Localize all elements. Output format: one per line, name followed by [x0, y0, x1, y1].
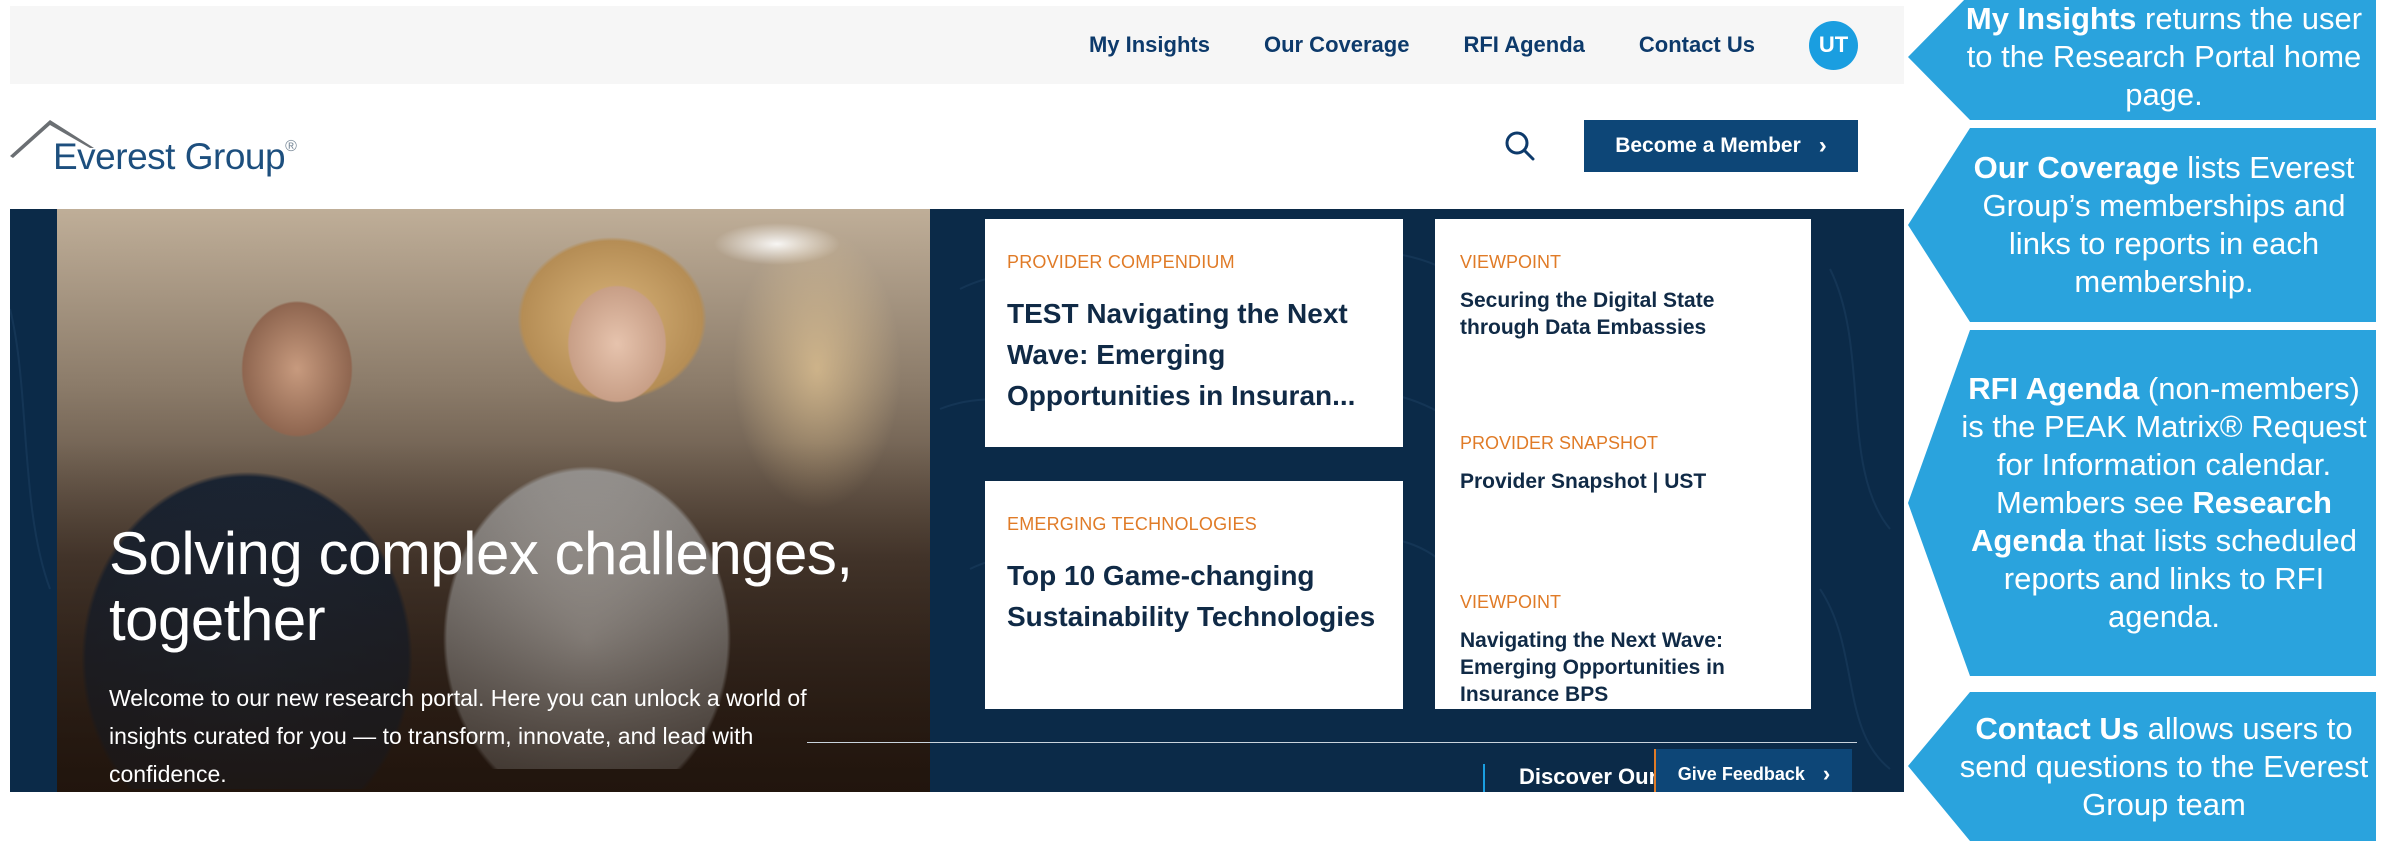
discover-link[interactable]: Discover Our — [1483, 764, 1657, 792]
logo-wordmark: Everest Group — [53, 136, 286, 177]
hero-body: Welcome to our new research portal. Here… — [109, 685, 807, 787]
become-member-label: Become a Member — [1615, 134, 1801, 157]
user-avatar[interactable]: UT — [1809, 20, 1858, 70]
insights-list-card: VIEWPOINT Securing the Digital State thr… — [1435, 219, 1811, 709]
search-icon[interactable] — [1503, 129, 1539, 165]
top-nav: My Insights Our Coverage RFI Agenda Cont… — [1089, 6, 1858, 84]
featured-card[interactable]: EMERGING TECHNOLOGIES Top 10 Game-changi… — [985, 481, 1403, 709]
callout-term: My Insights — [1965, 1, 2137, 36]
everest-group-logo[interactable]: Everest Group® — [10, 114, 297, 184]
insight-title: Navigating the Next Wave: Emerging Oppor… — [1460, 629, 1725, 706]
featured-card[interactable]: PROVIDER COMPENDIUM TEST Navigating the … — [985, 219, 1403, 447]
callout-term: Our Coverage — [1973, 150, 2179, 185]
card-category: PROVIDER COMPENDIUM — [1007, 252, 1235, 272]
nav-our-coverage[interactable]: Our Coverage — [1264, 32, 1410, 58]
callout-contact-us: Contact Us allows users to send question… — [1908, 692, 2376, 841]
insight-item[interactable]: VIEWPOINT Securing the Digital State thr… — [1460, 252, 1791, 341]
hero-divider — [807, 742, 1857, 743]
site-header: Everest Group® Become a Member › — [10, 84, 1904, 209]
insight-title: Securing the Digital State through Data … — [1460, 289, 1715, 339]
callout-term: RFI Agenda — [1968, 371, 2140, 406]
insight-item[interactable]: PROVIDER SNAPSHOT Provider Snapshot | US… — [1460, 433, 1791, 495]
callout-my-insights: My Insights returns the user to the Rese… — [1908, 0, 2376, 120]
give-feedback-button[interactable]: Give Feedback › — [1654, 749, 1852, 792]
nav-my-insights[interactable]: My Insights — [1089, 32, 1210, 58]
hero-section: Solving complex challenges, together Wel… — [10, 209, 1904, 792]
registered-mark: ® — [285, 138, 297, 155]
nav-rfi-agenda[interactable]: RFI Agenda — [1463, 32, 1584, 58]
research-portal: My Insights Our Coverage RFI Agenda Cont… — [10, 6, 1904, 792]
insight-category: VIEWPOINT — [1460, 592, 1562, 612]
callout-our-coverage: Our Coverage lists Everest Group’s membe… — [1908, 128, 2376, 322]
nav-contact-us[interactable]: Contact Us — [1639, 32, 1755, 58]
card-category: EMERGING TECHNOLOGIES — [1007, 514, 1257, 534]
insight-title: Provider Snapshot | UST — [1460, 470, 1707, 493]
insight-category: PROVIDER SNAPSHOT — [1460, 433, 1659, 453]
chevron-right-icon: › — [1818, 132, 1827, 159]
give-feedback-label: Give Feedback — [1677, 763, 1805, 784]
callout-term: Contact Us — [1975, 710, 2139, 746]
insight-item[interactable]: VIEWPOINT Navigating the Next Wave: Emer… — [1460, 592, 1791, 708]
become-member-button[interactable]: Become a Member › — [1584, 120, 1858, 172]
chevron-right-icon: › — [1822, 761, 1831, 786]
card-title: TEST Navigating the Next Wave: Emerging … — [1007, 298, 1356, 411]
top-nav-bar: My Insights Our Coverage RFI Agenda Cont… — [10, 6, 1904, 84]
hero-title: Solving complex challenges, together — [109, 520, 853, 653]
card-title: Top 10 Game-changing Sustainability Tech… — [1007, 560, 1376, 632]
callout-rfi-agenda: RFI Agenda (non-members) is the PEAK Mat… — [1908, 330, 2376, 676]
insight-category: VIEWPOINT — [1460, 252, 1562, 272]
